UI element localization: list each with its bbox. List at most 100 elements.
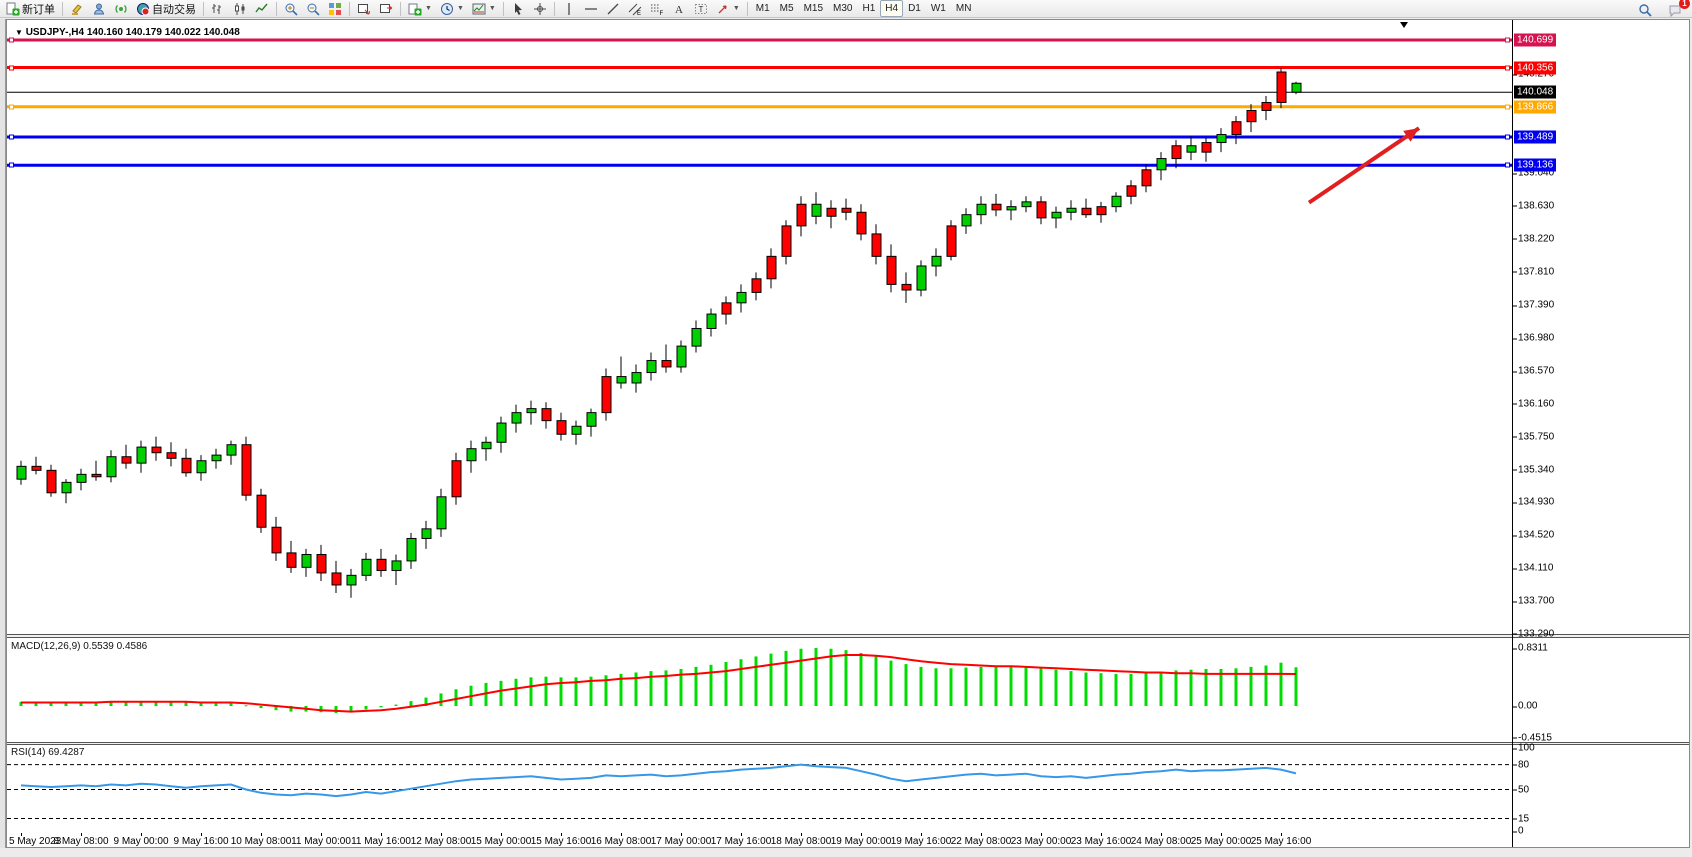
candle-body (1052, 212, 1061, 218)
toolbar-separator (349, 2, 350, 16)
new-order-button[interactable]: 新订单 (2, 0, 59, 18)
line-handle[interactable] (9, 65, 14, 70)
paint-jar-icon (70, 2, 84, 16)
search-button[interactable] (1634, 1, 1656, 19)
horizontal-line-button[interactable] (580, 0, 602, 18)
periods-button[interactable]: ▼ (436, 0, 468, 18)
candle-body (587, 413, 596, 427)
candle-body (1262, 102, 1271, 110)
signal-icon (114, 2, 128, 16)
line-handle[interactable] (9, 163, 14, 168)
text-label-button[interactable]: T (690, 0, 712, 18)
timeframe-m5[interactable]: M5 (775, 0, 799, 17)
line-handle[interactable] (9, 104, 14, 109)
line-handle[interactable] (1505, 65, 1510, 70)
line-handle[interactable] (1505, 135, 1510, 140)
trendline-button[interactable] (602, 0, 624, 18)
tile-windows-button[interactable] (324, 0, 346, 18)
macd-bar (245, 705, 248, 706)
date-axis-label: 22 May 08:00 (951, 836, 1012, 847)
signals-button[interactable] (110, 0, 132, 18)
styler-button[interactable] (66, 0, 88, 18)
candle-body (1037, 202, 1046, 218)
toolbar-separator (503, 2, 504, 16)
arrows-button[interactable]: ▼ (712, 0, 744, 18)
timeframe-w1[interactable]: W1 (926, 0, 951, 17)
macd-bar (185, 702, 188, 705)
macd-bar (740, 659, 743, 706)
candle-body (182, 458, 191, 472)
line-handle[interactable] (9, 135, 14, 140)
zoom-out-button[interactable] (302, 0, 324, 18)
candle-body (1187, 146, 1196, 152)
candle-body (1067, 208, 1076, 212)
toolbar-separator (554, 2, 555, 16)
timeframe-d1[interactable]: D1 (903, 0, 926, 17)
fibonacci-button[interactable]: F (646, 0, 668, 18)
macd-bar (965, 668, 968, 706)
date-axis[interactable]: 5 May 20238 May 08:009 May 00:009 May 16… (7, 834, 1689, 847)
indicators-button[interactable]: ▼ (404, 0, 436, 18)
arrange-charts-button[interactable] (353, 0, 375, 18)
timeframe-m15[interactable]: M15 (799, 0, 828, 17)
price-chart-pane[interactable] (7, 20, 1512, 634)
rsi-axis-tick: 15 (1518, 813, 1529, 824)
zoom-in-button[interactable] (280, 0, 302, 18)
candle-body (767, 256, 776, 278)
macd-bar (935, 668, 938, 706)
candle-body (1007, 207, 1016, 210)
arrow-shape-icon (716, 2, 730, 16)
line-handle[interactable] (9, 38, 14, 43)
price-axis-tick: 136.160 (1518, 398, 1554, 409)
timeframe-m30[interactable]: M30 (828, 0, 857, 17)
candle-body (857, 212, 866, 234)
timeframe-h1[interactable]: H1 (857, 0, 880, 17)
candle-body (782, 226, 791, 256)
candle-body (422, 529, 431, 539)
macd-bar (1115, 674, 1118, 706)
candlestick-chart-button[interactable] (229, 0, 251, 18)
line-handle[interactable] (1505, 38, 1510, 43)
macd-bar (65, 703, 68, 706)
bar-chart-button[interactable] (207, 0, 229, 18)
candles-group (17, 68, 1301, 598)
text-button[interactable]: A (668, 0, 690, 18)
text-label-icon: T (694, 2, 708, 16)
line-handle[interactable] (1505, 104, 1510, 109)
community-button[interactable] (88, 0, 110, 18)
crosshair-button[interactable] (529, 0, 551, 18)
rsi-pane[interactable] (7, 745, 1512, 834)
macd-bar (1085, 672, 1088, 706)
date-axis-label: 17 May 00:00 (651, 836, 712, 847)
date-axis-label: 19 May 00:00 (831, 836, 892, 847)
macd-bar (800, 649, 803, 706)
macd-pane[interactable] (7, 638, 1512, 742)
rsi-axis-tick: 100 (1518, 743, 1535, 754)
line-handle[interactable] (1505, 163, 1510, 168)
bar-chart-icon (211, 2, 225, 16)
timeframe-h4[interactable]: H4 (880, 0, 903, 17)
candle-body (107, 457, 116, 477)
clock-icon (440, 2, 454, 16)
line-chart-button[interactable] (251, 0, 273, 18)
timeframe-mn[interactable]: MN (951, 0, 977, 17)
candle-body (1247, 110, 1256, 121)
candle-body (362, 559, 371, 575)
equidistant-channel-button[interactable]: E (624, 0, 646, 18)
candle-body (872, 234, 881, 256)
timeframe-m1[interactable]: M1 (751, 0, 775, 17)
indicators-icon (408, 2, 422, 16)
auto-arrange-button[interactable] (375, 0, 397, 18)
templates-button[interactable]: ▼ (468, 0, 500, 18)
candle-body (317, 554, 326, 572)
rsi-indicator-label: RSI(14) 69.4287 (11, 747, 84, 758)
candle-body (17, 466, 26, 479)
macd-bar (1055, 670, 1058, 706)
notifications-button[interactable]: 1 (1664, 1, 1686, 19)
date-axis-label: 19 May 16:00 (891, 836, 952, 847)
candle-body (572, 426, 581, 434)
cursor-button[interactable] (507, 0, 529, 18)
chart-shift-marker[interactable] (1400, 22, 1408, 28)
autotrading-button[interactable]: 自动交易 (132, 0, 200, 18)
vertical-line-button[interactable] (558, 0, 580, 18)
